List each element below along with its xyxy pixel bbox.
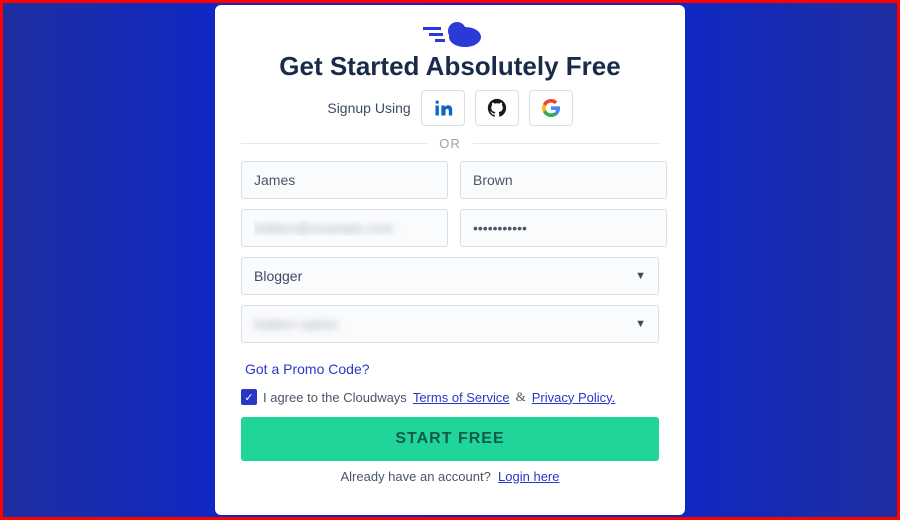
start-free-button[interactable]: START FREE xyxy=(241,417,659,461)
chevron-down-icon: ▼ xyxy=(635,318,646,330)
email-input[interactable] xyxy=(241,209,448,247)
cloud-speed-icon xyxy=(415,17,485,49)
github-button[interactable] xyxy=(475,90,519,126)
google-icon xyxy=(541,98,561,118)
login-link[interactable]: Login here xyxy=(498,469,559,484)
login-footer: Already have an account? Login here xyxy=(241,469,659,484)
role-select-value: Blogger xyxy=(254,268,302,284)
privacy-link[interactable]: Privacy Policy. xyxy=(532,390,616,405)
tos-link[interactable]: Terms of Service xyxy=(413,390,510,405)
budget-select-value: hidden option xyxy=(254,316,338,332)
agree-row: ✓ I agree to the Cloudways Terms of Serv… xyxy=(241,389,659,405)
social-signup-row: Signup Using xyxy=(241,90,659,126)
budget-select[interactable]: hidden option ▼ xyxy=(241,305,659,343)
ampersand: & xyxy=(516,389,526,405)
footer-text: Already have an account? xyxy=(340,469,490,484)
github-icon xyxy=(487,98,507,118)
or-divider: OR xyxy=(241,136,659,151)
brand-logo xyxy=(241,17,659,49)
linkedin-icon xyxy=(433,98,453,118)
promo-code-link[interactable]: Got a Promo Code? xyxy=(245,361,370,377)
first-name-input[interactable] xyxy=(241,161,448,199)
agree-text-prefix: I agree to the Cloudways xyxy=(263,390,407,405)
chevron-down-icon: ▼ xyxy=(635,270,646,282)
last-name-input[interactable] xyxy=(460,161,667,199)
agree-checkbox[interactable]: ✓ xyxy=(241,389,257,405)
page-title: Get Started Absolutely Free xyxy=(241,51,659,82)
role-select[interactable]: Blogger ▼ xyxy=(241,257,659,295)
social-label: Signup Using xyxy=(327,100,410,116)
google-button[interactable] xyxy=(529,90,573,126)
password-input[interactable] xyxy=(460,209,667,247)
linkedin-button[interactable] xyxy=(421,90,465,126)
signup-card: Get Started Absolutely Free Signup Using… xyxy=(215,5,685,515)
